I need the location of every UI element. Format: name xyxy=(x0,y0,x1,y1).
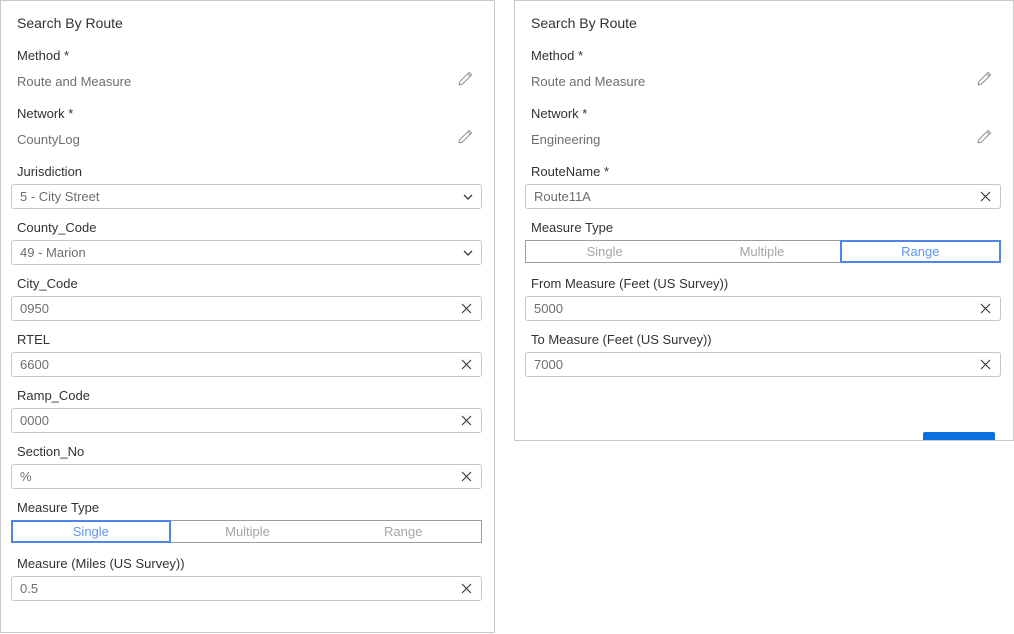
from-measure-label: From Measure (Feet (US Survey)) xyxy=(531,276,995,291)
clear-x-icon xyxy=(461,583,472,594)
city-code-input[interactable] xyxy=(12,301,451,316)
method-edit-button[interactable] xyxy=(455,70,476,92)
network-row: CountyLog xyxy=(17,128,476,150)
section-no-label: Section_No xyxy=(17,444,476,459)
pencil-icon xyxy=(457,128,474,150)
measure-type-segment-single[interactable]: Single xyxy=(11,520,171,543)
measure-type-segment-range[interactable]: Range xyxy=(325,521,481,542)
measure-type-label: Measure Type xyxy=(17,500,476,515)
to-measure-label: To Measure (Feet (US Survey)) xyxy=(531,332,995,347)
rtel-label: RTEL xyxy=(17,332,476,347)
chevron-down-icon xyxy=(455,250,481,256)
route-name-input[interactable] xyxy=(526,189,970,204)
network-label: Network * xyxy=(531,106,995,121)
rtel-input[interactable] xyxy=(12,357,451,372)
method-edit-button[interactable] xyxy=(974,70,995,92)
from-measure-input[interactable] xyxy=(526,301,970,316)
clear-x-icon xyxy=(980,303,991,314)
network-value: Engineering xyxy=(531,132,600,147)
ramp-code-input[interactable] xyxy=(12,413,451,428)
method-row: Route and Measure xyxy=(531,70,995,92)
clear-button[interactable] xyxy=(970,185,1000,208)
panel-title: Search By Route xyxy=(531,15,995,31)
measure-label: Measure (Miles (US Survey)) xyxy=(17,556,476,571)
pencil-icon xyxy=(976,128,993,150)
county-code-select[interactable]: 49 - Marion xyxy=(11,240,482,265)
measure-type-label: Measure Type xyxy=(531,220,995,235)
measure-field xyxy=(11,576,482,601)
from-measure-field xyxy=(525,296,1001,321)
clear-button[interactable] xyxy=(451,409,481,432)
clear-button[interactable] xyxy=(970,353,1000,376)
method-row: Route and Measure xyxy=(17,70,476,92)
measure-type-segmented-control: Single Multiple Range xyxy=(525,240,1001,263)
clear-x-icon xyxy=(980,191,991,202)
network-value: CountyLog xyxy=(17,132,80,147)
search-button[interactable]: Search xyxy=(923,432,995,441)
to-measure-field xyxy=(525,352,1001,377)
chevron-down-icon xyxy=(455,194,481,200)
clear-button[interactable] xyxy=(451,577,481,600)
clear-button[interactable] xyxy=(451,465,481,488)
network-edit-button[interactable] xyxy=(455,128,476,150)
measure-type-segment-single[interactable]: Single xyxy=(526,241,683,262)
measure-type-segmented-control: Single Multiple Range xyxy=(11,520,482,543)
pencil-icon xyxy=(457,70,474,92)
reset-link[interactable]: Reset xyxy=(531,437,568,441)
measure-type-segment-multiple[interactable]: Multiple xyxy=(683,241,840,262)
measure-type-segment-range[interactable]: Range xyxy=(840,240,1001,263)
measure-type-segment-multiple[interactable]: Multiple xyxy=(170,521,326,542)
network-edit-button[interactable] xyxy=(974,128,995,150)
clear-x-icon xyxy=(461,415,472,426)
network-label: Network * xyxy=(17,106,476,121)
method-label: Method * xyxy=(531,48,995,63)
county-code-label: County_Code xyxy=(17,220,476,235)
city-code-label: City_Code xyxy=(17,276,476,291)
rtel-field xyxy=(11,352,482,377)
measure-input[interactable] xyxy=(12,581,451,596)
ramp-code-label: Ramp_Code xyxy=(17,388,476,403)
city-code-field xyxy=(11,296,482,321)
panel-footer: Reset Search xyxy=(531,432,995,441)
section-no-field xyxy=(11,464,482,489)
search-by-route-panel-right: Search By Route Method * Route and Measu… xyxy=(514,0,1014,441)
network-row: Engineering xyxy=(531,128,995,150)
clear-x-icon xyxy=(461,303,472,314)
panel-title: Search By Route xyxy=(17,15,476,31)
route-name-label: RouteName * xyxy=(531,164,995,179)
clear-x-icon xyxy=(980,359,991,370)
jurisdiction-label: Jurisdiction xyxy=(17,164,476,179)
clear-button[interactable] xyxy=(451,353,481,376)
clear-x-icon xyxy=(461,359,472,370)
pencil-icon xyxy=(976,70,993,92)
section-no-input[interactable] xyxy=(12,469,451,484)
ramp-code-field xyxy=(11,408,482,433)
jurisdiction-select[interactable]: 5 - City Street xyxy=(11,184,482,209)
method-value: Route and Measure xyxy=(17,74,131,89)
search-by-route-panel-left: Search By Route Method * Route and Measu… xyxy=(0,0,495,633)
method-value: Route and Measure xyxy=(531,74,645,89)
method-label: Method * xyxy=(17,48,476,63)
route-name-field xyxy=(525,184,1001,209)
clear-x-icon xyxy=(461,471,472,482)
county-code-selected-value: 49 - Marion xyxy=(12,245,455,260)
clear-button[interactable] xyxy=(970,297,1000,320)
clear-button[interactable] xyxy=(451,297,481,320)
to-measure-input[interactable] xyxy=(526,357,970,372)
jurisdiction-selected-value: 5 - City Street xyxy=(12,189,455,204)
